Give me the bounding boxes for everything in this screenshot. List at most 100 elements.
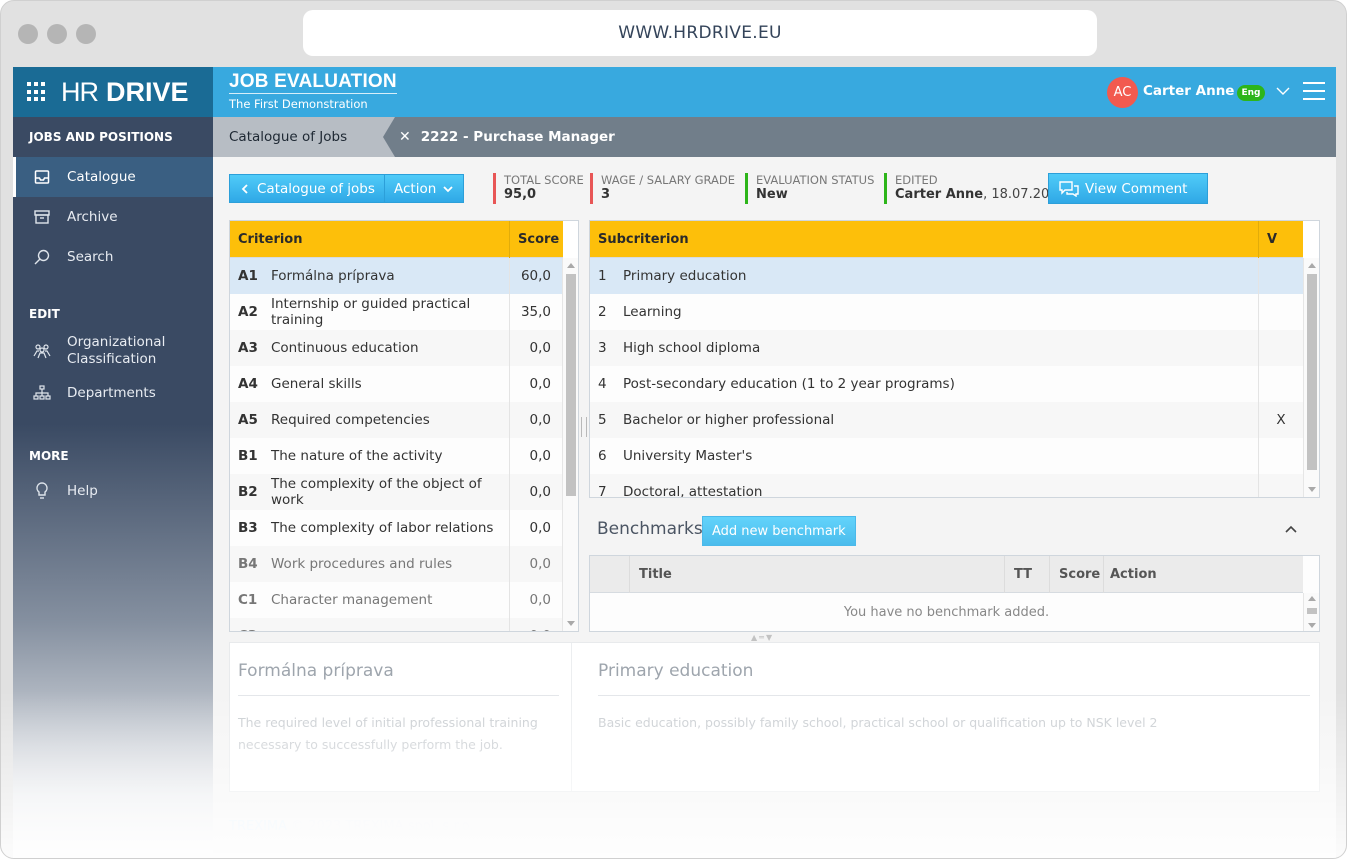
criteria-table-row[interactable]: B1 The nature of the activity 0,0	[230, 438, 563, 474]
view-comment-label: View Comment	[1085, 180, 1188, 197]
action-dropdown-button[interactable]: Action	[384, 174, 465, 203]
subcriterion-selected-mark[interactable]	[1258, 474, 1303, 497]
scroll-down-arrow[interactable]	[1308, 623, 1316, 628]
criteria-table-row[interactable]: C2 0,0	[230, 618, 563, 631]
panel-splitter-handle[interactable]	[581, 417, 587, 437]
scroll-thumb[interactable]	[1307, 608, 1317, 614]
column-header-v[interactable]: V	[1258, 221, 1303, 258]
address-bar[interactable]: WWW.HRDRIVE.EU	[303, 10, 1097, 56]
subcriteria-table-row[interactable]: 3 High school diploma	[590, 330, 1303, 366]
sidebar-item-archive[interactable]: Archive	[13, 197, 213, 237]
window-close-dot[interactable]	[18, 24, 38, 44]
column-header-action[interactable]: Action	[1103, 556, 1303, 593]
sidebar-item-organizational-classification[interactable]: Organizational Classification	[13, 327, 213, 375]
hamburger-menu-icon[interactable]	[1303, 79, 1325, 103]
criteria-table-row[interactable]: A4 General skills 0,0	[230, 366, 563, 402]
subcriteria-table-row[interactable]: 2 Learning	[590, 294, 1303, 330]
subcriterion-selected-mark[interactable]	[1258, 366, 1303, 402]
archive-icon	[33, 208, 51, 226]
subcriterion-selected-mark[interactable]	[1258, 294, 1303, 330]
criteria-table-row[interactable]: B2 The complexity of the object of work 0,…	[230, 474, 563, 510]
column-header-score[interactable]: Score	[509, 221, 563, 258]
criteria-table-row[interactable]: C1 Character management 0,0	[230, 582, 563, 618]
apps-grid-icon[interactable]	[27, 82, 47, 102]
scroll-down-arrow[interactable]	[567, 621, 575, 626]
criterion-description-title: Formálna príprava	[238, 643, 559, 696]
subcriteria-table-row[interactable]: 6 University Master's	[590, 438, 1303, 474]
criteria-table-row[interactable]: A1 Formálna príprava 60,0	[230, 258, 563, 294]
breadcrumb-current-label: 2222 - Purchase Manager	[420, 129, 615, 145]
language-badge[interactable]: Eng	[1237, 85, 1265, 101]
sidebar-item-help[interactable]: Help	[13, 471, 213, 511]
window-minimize-dot[interactable]	[47, 24, 67, 44]
breadcrumb-catalogue-of-jobs[interactable]: Catalogue of Jobs	[213, 117, 395, 157]
criterion-code: B3	[238, 520, 258, 536]
criterion-code: B2	[238, 484, 258, 500]
criterion-description-text: The required level of initial profession…	[238, 715, 538, 752]
inbox-icon	[33, 168, 51, 186]
column-header-score[interactable]: Score	[1049, 556, 1103, 593]
sidebar-item-label: Search	[67, 249, 114, 265]
criteria-table-row[interactable]: B3 The complexity of labor relations 0,0	[230, 510, 563, 546]
subcriteria-table: Subcriterion V 1 Primary education 2 Learni…	[589, 220, 1320, 498]
column-header-title[interactable]: Title	[630, 567, 1004, 582]
scroll-up-arrow[interactable]	[1308, 263, 1316, 268]
collapse-sidebar-chevron-left-icon[interactable]: ‹	[193, 817, 199, 833]
subcriterion-selected-mark[interactable]	[1258, 438, 1303, 474]
footer-brand-link[interactable]: TREXIMA	[229, 819, 287, 834]
scroll-up-arrow[interactable]	[567, 263, 575, 268]
sidebar-item-label: Archive	[67, 209, 118, 225]
sidebar-item-departments[interactable]: Departments	[13, 375, 213, 411]
criteria-table-row[interactable]: B4 Work procedures and rules 0,0	[230, 546, 563, 582]
logo[interactable]: HR DRIVE	[13, 67, 213, 117]
collapse-chevron-up-icon[interactable]	[1283, 521, 1299, 541]
subcriteria-table-row[interactable]: 7 Doctoral, attestation	[590, 474, 1303, 497]
breadcrumb-current-tab[interactable]: ✕ 2222 - Purchase Manager	[399, 117, 615, 157]
subcriteria-scrollbar[interactable]	[1303, 258, 1319, 497]
column-header-subcriterion[interactable]: Subcriterion	[590, 232, 1258, 247]
criterion-code: A3	[238, 340, 258, 356]
breadcrumb-parent-label: Catalogue of Jobs	[229, 129, 348, 145]
add-benchmark-button[interactable]: Add new benchmark	[702, 516, 856, 546]
stat-value: 95,0	[504, 187, 537, 202]
vertical-resize-handle[interactable]: ▲═▼	[751, 633, 774, 642]
column-header-tt[interactable]: TT	[1004, 556, 1049, 593]
scroll-down-arrow[interactable]	[1308, 487, 1316, 492]
criteria-table-row[interactable]: A3 Continuous education 0,0	[230, 330, 563, 366]
criteria-table-row[interactable]: A2 Internship or guided practical trainin…	[230, 294, 563, 330]
stat-wage-grade: WAGE / SALARY GRADE 3	[590, 173, 735, 204]
criterion-name: Formálna príprava	[271, 268, 395, 284]
window-maximize-dot[interactable]	[76, 24, 96, 44]
column-header-criterion[interactable]: Criterion	[230, 232, 509, 247]
scroll-up-arrow[interactable]	[1308, 596, 1316, 601]
back-to-catalogue-button[interactable]: Catalogue of jobs	[229, 174, 385, 203]
criterion-score: 0,0	[509, 438, 563, 474]
subcriterion-name: High school diploma	[623, 340, 761, 356]
close-tab-icon[interactable]: ✕	[399, 129, 411, 145]
subcriteria-table-row[interactable]: 1 Primary education	[590, 258, 1303, 294]
criterion-code: A2	[238, 304, 258, 320]
sidebar-item-catalogue[interactable]: Catalogue	[13, 157, 213, 197]
subcriterion-selected-mark[interactable]	[1258, 258, 1303, 294]
avatar[interactable]: AC	[1107, 77, 1138, 108]
subcriterion-selected-mark[interactable]: X	[1258, 402, 1303, 438]
subcriteria-table-row[interactable]: 4 Post-secondary education (1 to 2 year p…	[590, 366, 1303, 402]
scroll-thumb[interactable]	[566, 274, 576, 496]
benchmarks-scrollbar[interactable]	[1303, 593, 1319, 631]
stat-total-score: TOTAL SCORE 95,0	[493, 173, 584, 204]
criterion-code: B1	[238, 448, 258, 464]
user-menu-chevron-down-icon[interactable]	[1273, 81, 1293, 101]
subcriteria-table-row[interactable]: 5 Bachelor or higher professional X	[590, 402, 1303, 438]
subcriteria-table-header: Subcriterion V	[590, 221, 1303, 258]
criteria-table-row[interactable]: A5 Required competencies 0,0	[230, 402, 563, 438]
page-title: JOB EVALUATION	[229, 71, 397, 94]
sidebar-item-search[interactable]: Search	[13, 237, 213, 277]
subcriterion-selected-mark[interactable]	[1258, 330, 1303, 366]
criteria-scrollbar[interactable]	[562, 258, 578, 631]
scroll-thumb[interactable]	[1307, 274, 1317, 470]
window-controls	[18, 24, 96, 44]
user-name[interactable]: Carter Anne	[1143, 83, 1234, 99]
search-icon	[33, 248, 51, 266]
criterion-score: 35,0	[509, 294, 563, 330]
view-comment-button[interactable]: View Comment	[1048, 173, 1208, 204]
